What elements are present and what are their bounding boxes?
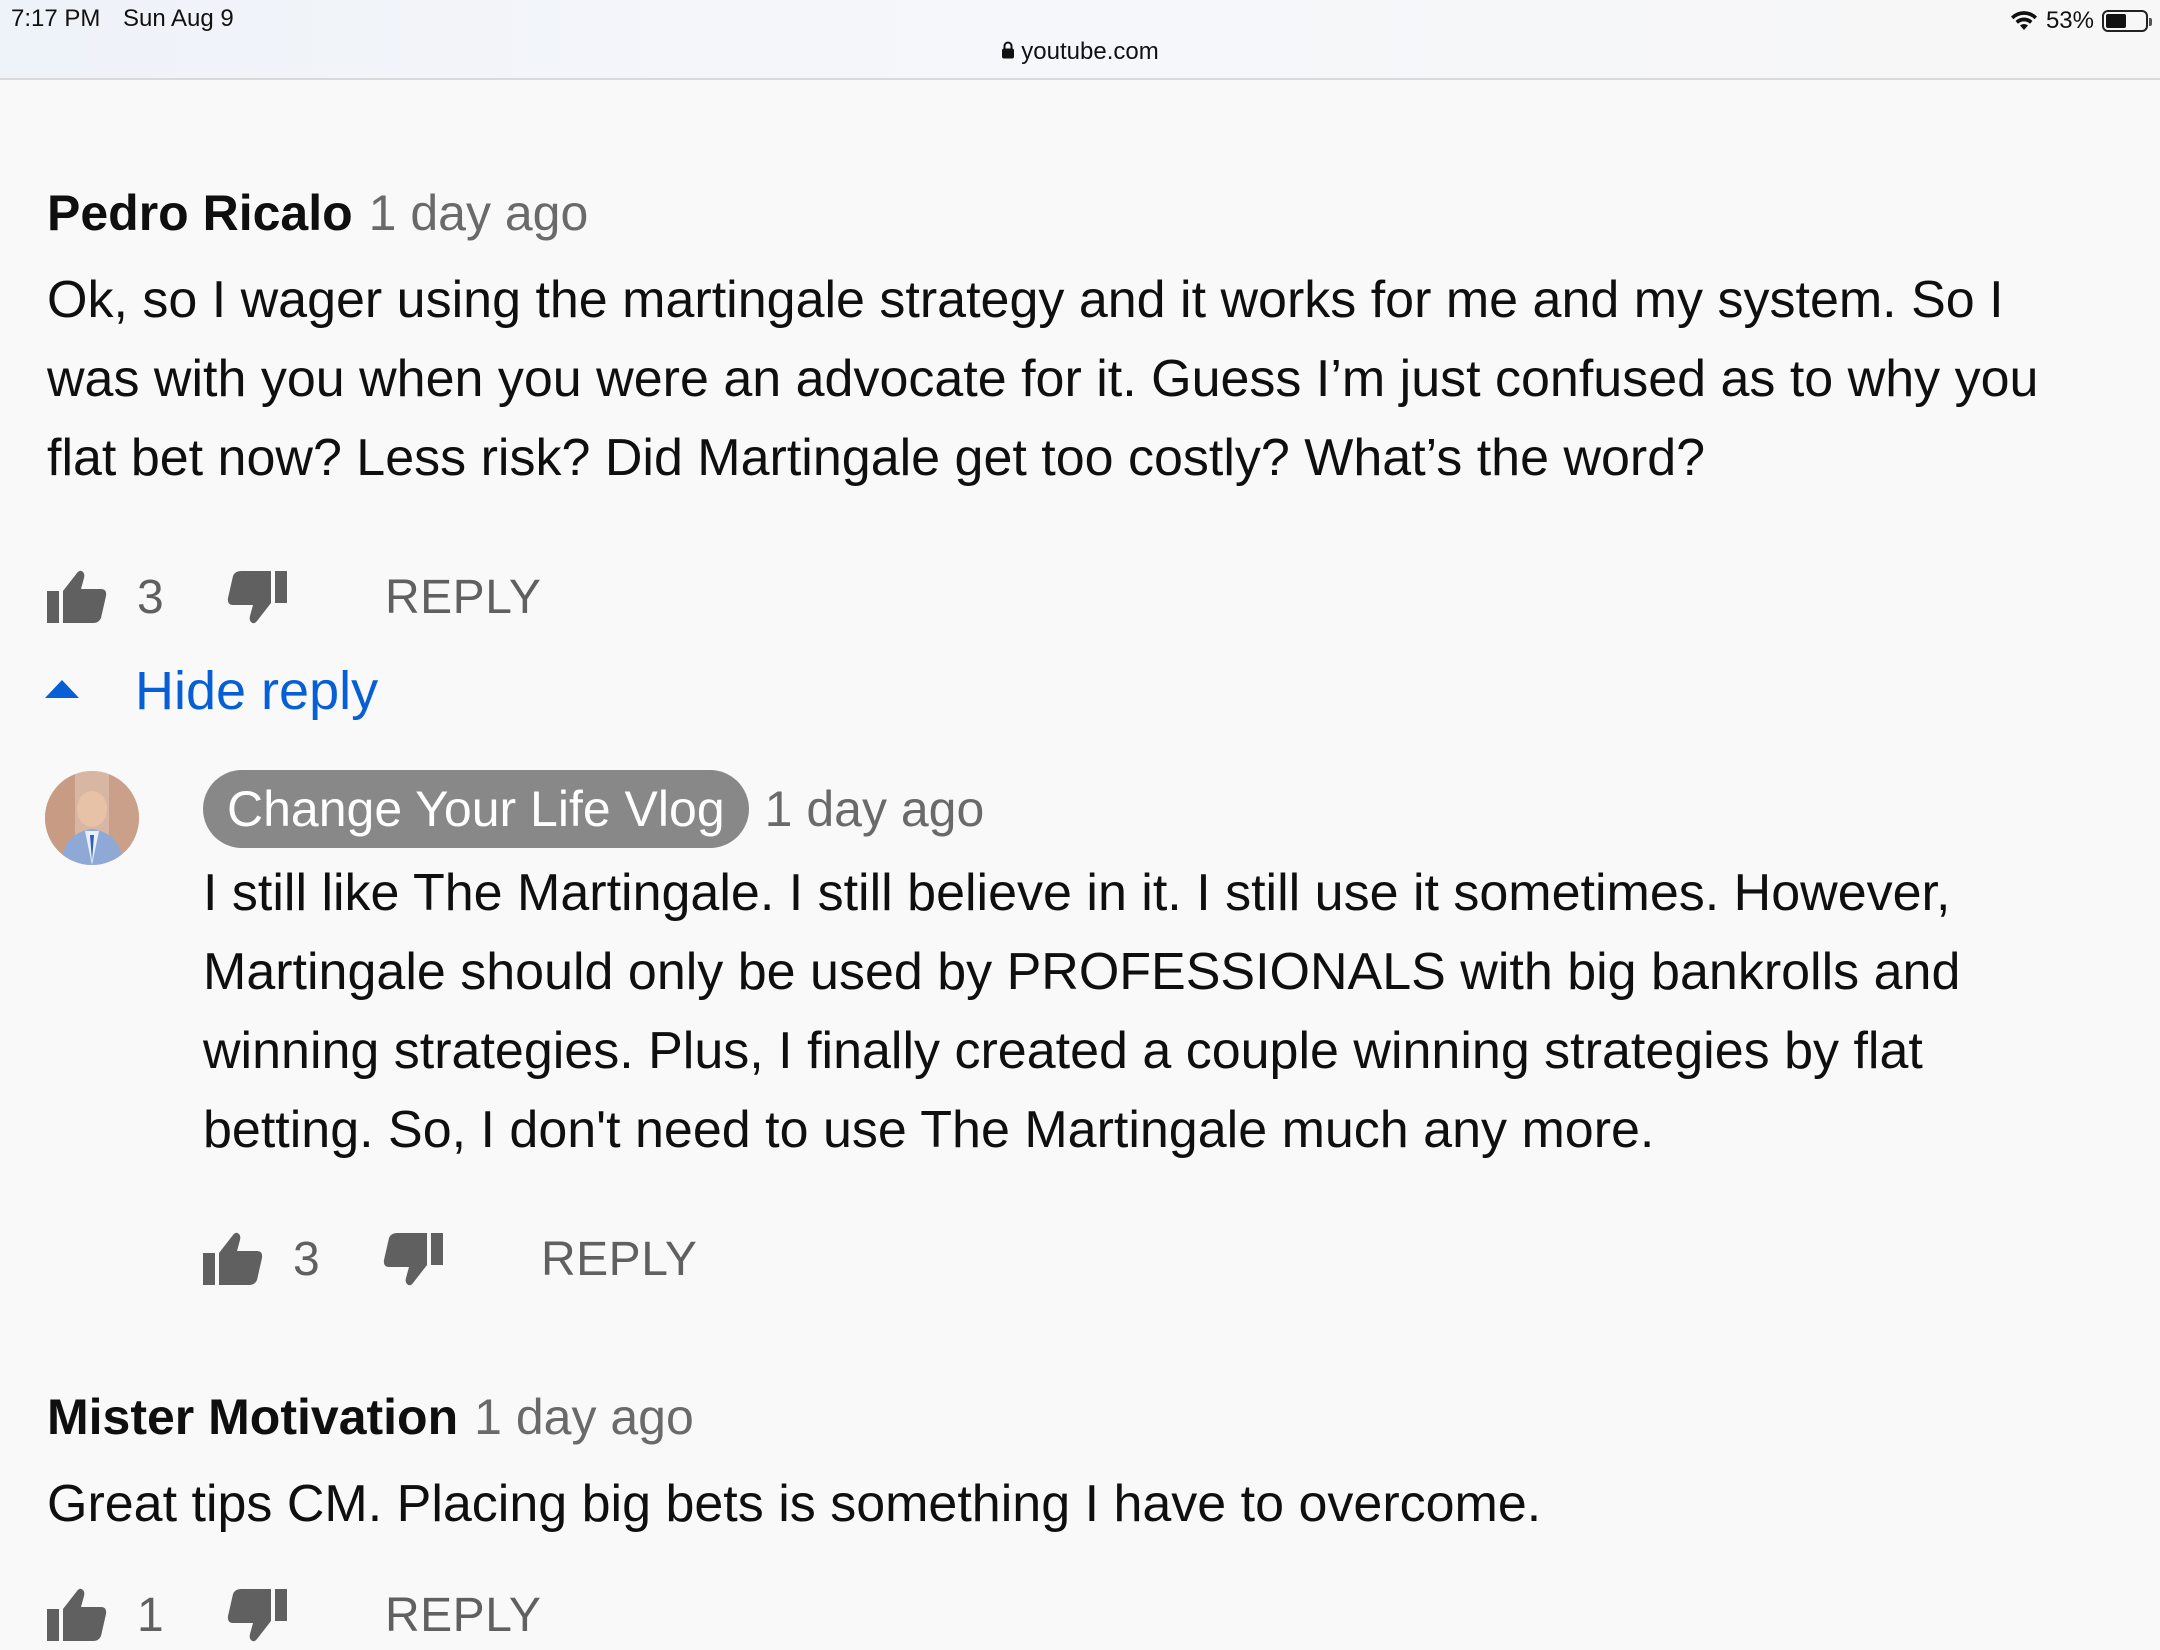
like-count: 3 (293, 1232, 320, 1286)
thumbs-down-icon[interactable] (227, 1587, 287, 1643)
reply-body: Change Your Life Vlog 1 day ago I still … (203, 770, 2140, 1294)
comment-actions: 1 REPLY (47, 1580, 2140, 1650)
reply-timestamp[interactable]: 1 day ago (765, 780, 985, 838)
reply-button[interactable]: REPLY (385, 570, 541, 625)
wifi-icon (2010, 10, 2038, 32)
battery-tip (2149, 18, 2152, 26)
comment: Pedro Ricalo 1 day ago Ok, so I wager us… (47, 183, 2140, 632)
comment-timestamp[interactable]: 1 day ago (369, 184, 589, 242)
battery-percent: 53% (2045, 7, 2094, 34)
reply-button[interactable]: REPLY (541, 1232, 697, 1287)
battery-icon (2102, 10, 2152, 32)
reply-text: I still like The Martingale. I still bel… (203, 864, 1961, 1159)
like-count: 1 (137, 1588, 164, 1642)
avatar[interactable] (45, 771, 139, 865)
caret-up-icon (45, 679, 79, 703)
channel-owner-badge[interactable]: Change Your Life Vlog (203, 770, 749, 848)
comment-header: Mister Motivation 1 day ago (47, 1387, 2140, 1447)
hide-reply-label[interactable]: Hide reply (135, 660, 378, 722)
status-bar: 7:17 PM Sun Aug 9 53% youtube.com (0, 0, 2160, 80)
thumbs-down-icon[interactable] (227, 569, 287, 625)
comment-text: Great tips CM. Placing big bets is somet… (47, 1475, 1542, 1533)
lock-icon (1001, 38, 1015, 66)
comment-header: Pedro Ricalo 1 day ago (47, 183, 2140, 243)
address-bar[interactable]: youtube.com (0, 38, 2160, 66)
status-date: Sun Aug 9 (123, 5, 234, 32)
thumbs-up-icon[interactable] (47, 1587, 107, 1643)
comment-author[interactable]: Pedro Ricalo (47, 184, 353, 242)
comment: Mister Motivation 1 day ago Great tips C… (47, 1387, 2140, 1650)
status-indicators: 53% (2010, 4, 2152, 38)
comment-author[interactable]: Mister Motivation (47, 1388, 458, 1446)
hide-reply-toggle[interactable]: Hide reply (45, 656, 378, 726)
thumbs-down-icon[interactable] (383, 1231, 443, 1287)
reply-header: Change Your Life Vlog 1 day ago (203, 770, 2140, 848)
battery-level (2106, 14, 2127, 28)
comment-actions: 3 REPLY (47, 562, 2140, 632)
url-text[interactable]: youtube.com (1021, 38, 1158, 66)
thumbs-up-icon[interactable] (203, 1231, 263, 1287)
like-count: 3 (137, 570, 164, 624)
reply-actions: 3 REPLY (203, 1224, 2140, 1294)
status-time: 7:17 PM (11, 5, 101, 32)
thumbs-up-icon[interactable] (47, 569, 107, 625)
reply-button[interactable]: REPLY (385, 1588, 541, 1643)
comment-text: Ok, so I wager using the martingale stra… (47, 271, 2039, 487)
comment-timestamp[interactable]: 1 day ago (474, 1388, 694, 1446)
